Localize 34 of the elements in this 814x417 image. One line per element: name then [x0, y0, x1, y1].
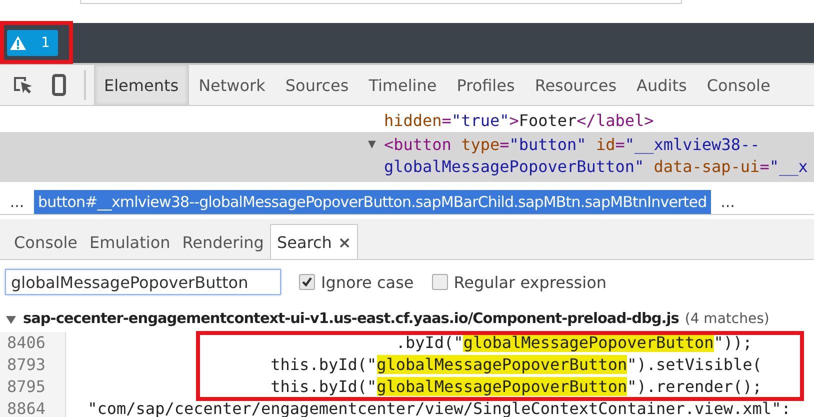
close-icon[interactable]: ×: [338, 232, 352, 252]
match-count: (4 matches): [684, 311, 770, 327]
breadcrumb-overflow[interactable]: ...: [0, 193, 34, 211]
panel-tab[interactable]: Resources: [524, 65, 627, 105]
drawer-tab[interactable]: Rendering: [176, 225, 270, 259]
code-line[interactable]: this.byId("globalMessagePopoverButton").rerender();: [78, 376, 762, 398]
drawer-tab[interactable]: Emulation: [84, 225, 176, 259]
code-line[interactable]: this.byId("globalMessagePopoverButton").setVisible(: [78, 354, 762, 376]
panel-tab[interactable]: Audits: [626, 65, 697, 105]
warning-icon: [9, 35, 27, 51]
breadcrumb-overflow[interactable]: ...: [710, 193, 745, 211]
file-name[interactable]: sap-cecenter-engagementcontext-ui-v1.us-east.cf.yaas.io/Component-preload-dbg.js: [23, 311, 679, 327]
dom-node[interactable]: ▼ <button type="button" id="__xmlview38-- globalMessagePopoverButton" data-sap-ui="__x: [0, 132, 814, 182]
panel-tab[interactable]: Profiles: [446, 65, 525, 105]
inspect-icon[interactable]: [12, 75, 34, 95]
breadcrumb-item[interactable]: button#__xmlview38--globalMessagePopoverButton.sapMBarChild.sapMBtn.sapMBtnInverted: [34, 190, 711, 214]
dom-node[interactable]: hidden="true">Footer</label>: [0, 110, 814, 132]
panel-tab[interactable]: Elements: [94, 65, 189, 105]
mobile-device-icon[interactable]: [52, 74, 66, 96]
checkbox-label: Regular expression: [454, 272, 607, 292]
line-number: 8864: [0, 398, 66, 417]
panel-tab[interactable]: Timeline: [358, 65, 447, 105]
panel-tab[interactable]: Console: [696, 65, 780, 105]
search-field[interactable]: globalMessagePopoverButton: [5, 269, 281, 295]
panel-tab[interactable]: Sources: [275, 65, 359, 105]
drawer-tab[interactable]: Search ×: [270, 224, 358, 259]
checkbox[interactable]: [299, 274, 315, 290]
panel-tab[interactable]: Network: [188, 65, 276, 105]
checkbox[interactable]: [432, 274, 448, 290]
line-number: 8795: [0, 376, 66, 398]
drawer-tab[interactable]: Console: [8, 225, 84, 259]
line-number: 8406: [0, 332, 66, 354]
checkbox-label: Ignore case: [321, 272, 414, 292]
line-number: 8793: [0, 354, 66, 376]
